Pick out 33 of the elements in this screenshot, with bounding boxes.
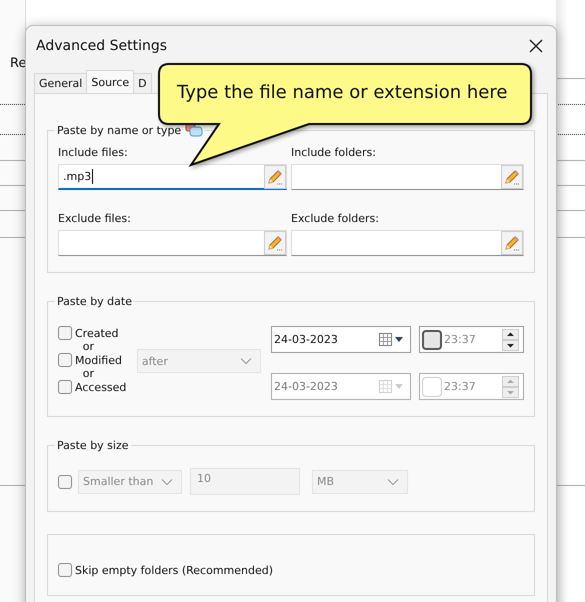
group-title: Paste by date bbox=[57, 295, 132, 308]
field-label: Include files: bbox=[58, 146, 129, 159]
field-label: Include folders: bbox=[291, 146, 377, 159]
date-field[interactable]: 24-03-2023 bbox=[271, 326, 411, 353]
pencil-icon[interactable] bbox=[264, 164, 286, 188]
group-title: Paste by name or type bbox=[57, 124, 182, 136]
checkbox[interactable]: Accessed bbox=[58, 380, 126, 394]
calendar-icon[interactable] bbox=[378, 332, 406, 348]
text-field[interactable]: .mp3 bbox=[58, 164, 287, 190]
tab[interactable]: General bbox=[34, 73, 88, 93]
pencil-icon[interactable] bbox=[264, 231, 286, 255]
chevron-down-icon[interactable] bbox=[387, 478, 399, 486]
group-title: Paste by size bbox=[57, 439, 129, 452]
checkbox[interactable]: Skip empty folders (Recommended) bbox=[58, 563, 274, 577]
connector-text: or bbox=[82, 340, 96, 353]
pencil-icon[interactable] bbox=[501, 231, 523, 255]
time-field[interactable]: 23:37 bbox=[419, 326, 524, 353]
field-value: .mp3 bbox=[63, 170, 92, 183]
text-field[interactable] bbox=[58, 230, 287, 256]
close-icon[interactable] bbox=[529, 39, 543, 53]
checkbox[interactable]: Created bbox=[58, 326, 119, 340]
tab[interactable]: Source bbox=[86, 70, 134, 93]
field-label: Exclude folders: bbox=[291, 212, 380, 225]
connector-text: or bbox=[82, 367, 96, 380]
field-label: Exclude files: bbox=[58, 212, 132, 225]
tab[interactable]: D bbox=[133, 73, 152, 93]
pencil-icon[interactable] bbox=[501, 165, 523, 189]
checkbox[interactable]: Modified bbox=[58, 353, 122, 367]
text-field[interactable] bbox=[291, 230, 524, 256]
spinner-icon[interactable] bbox=[502, 328, 519, 350]
window-title: Advanced Settings bbox=[36, 38, 168, 54]
background-label: Re bbox=[10, 56, 26, 71]
text-field[interactable] bbox=[291, 164, 524, 190]
